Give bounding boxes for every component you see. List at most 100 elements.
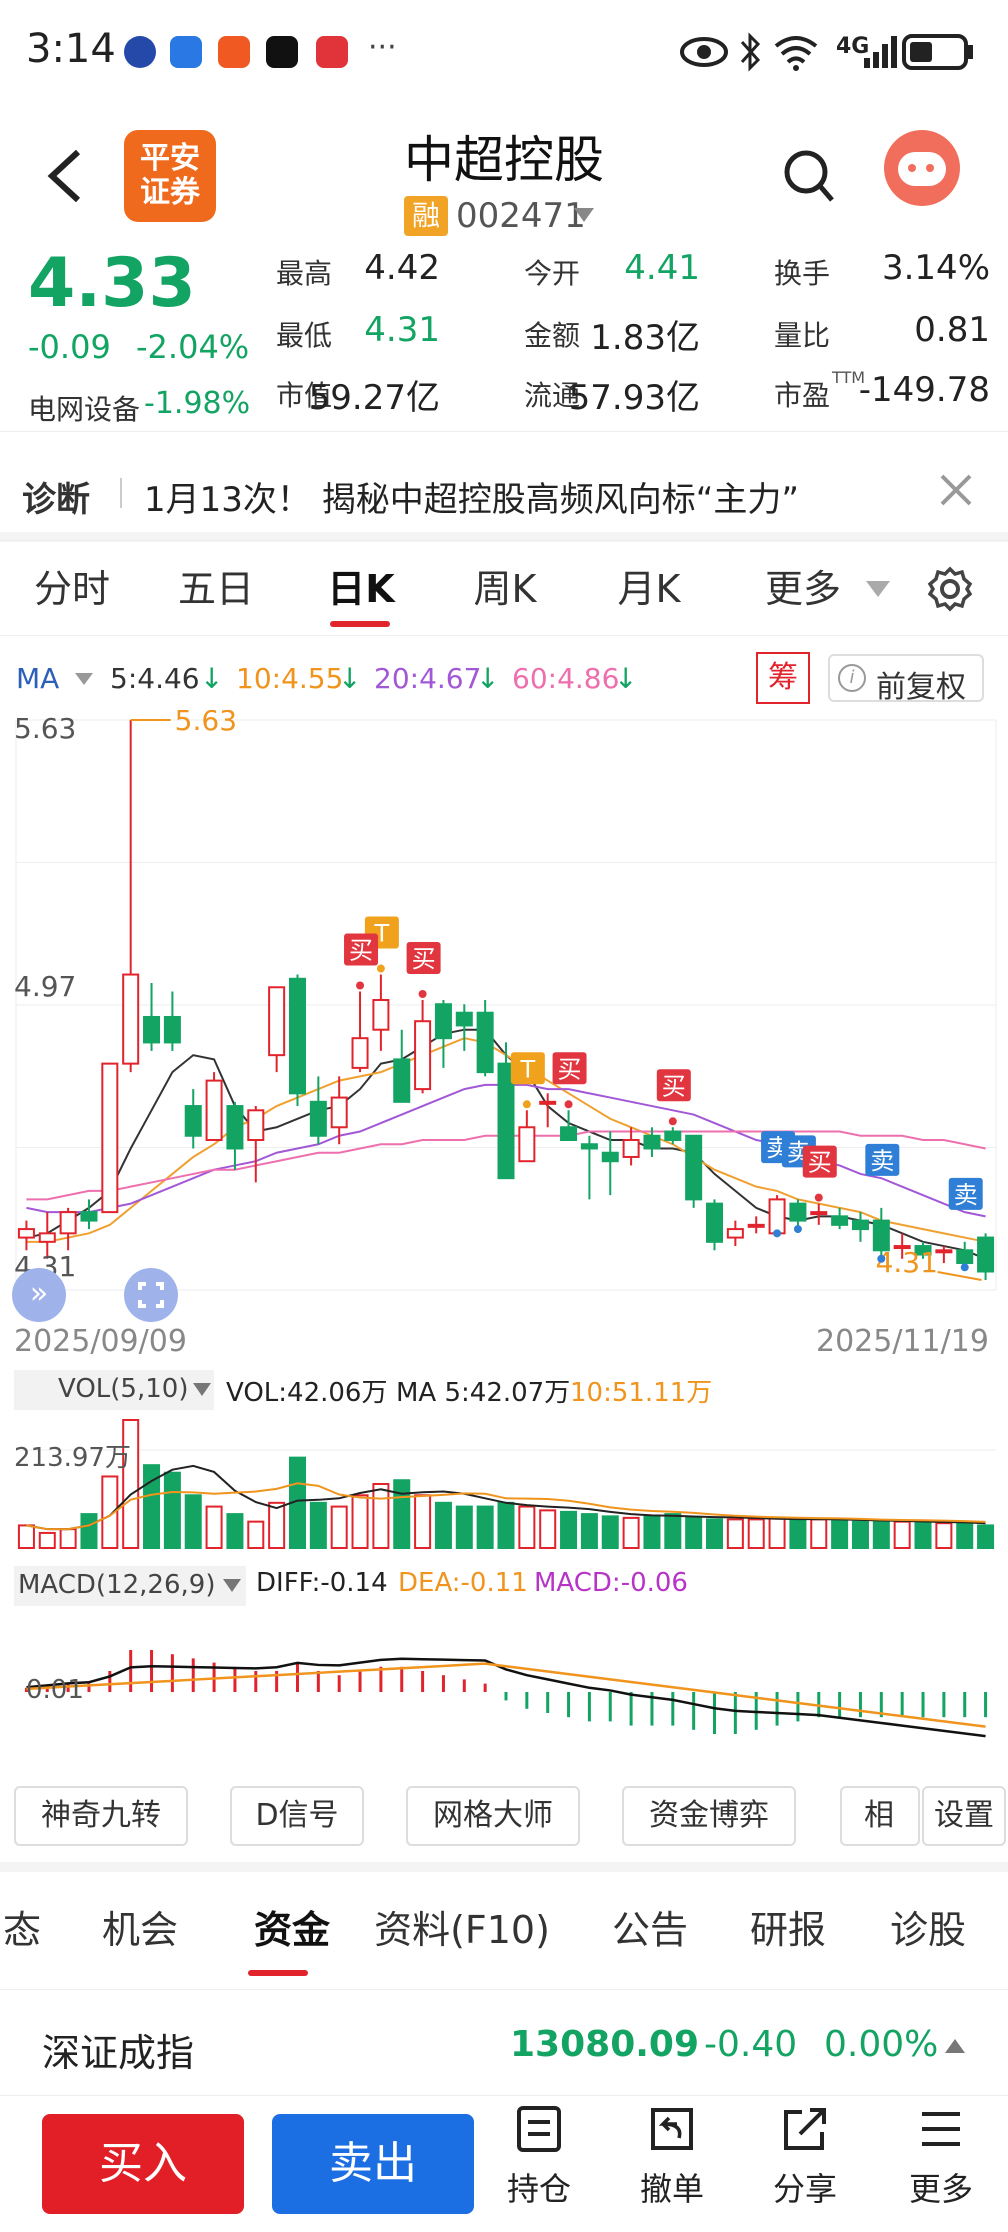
candle-body — [393, 1058, 411, 1103]
candle-body — [330, 1096, 348, 1129]
info-icon: i — [838, 664, 866, 692]
tab-announcement[interactable]: 公告 — [606, 1880, 694, 1980]
signal-dot — [793, 1225, 802, 1234]
avatar[interactable] — [884, 130, 960, 206]
holdings-button[interactable]: 持仓 — [484, 2104, 594, 2210]
volume-value: VOL:42.06万 — [226, 1378, 388, 1408]
macd-selector[interactable]: MACD(12,26,9) — [14, 1566, 246, 1606]
more-button[interactable]: 更多 — [886, 2104, 996, 2210]
bluetooth-icon — [740, 32, 761, 72]
date-end: 2025/11/19 — [816, 1324, 989, 1359]
signal-dot — [877, 1254, 886, 1263]
quote-value: 1.83亿 — [590, 318, 700, 358]
candle-body — [80, 1211, 98, 1222]
cancel-order-icon — [651, 2108, 693, 2150]
tab-zhouk[interactable]: 周K — [450, 541, 560, 637]
diagnosis-banner[interactable]: 诊断 1月13次！ 揭秘中超控股高频风向标“主力” — [0, 452, 1008, 532]
tool-fund-game[interactable]: 资金博弈 — [622, 1786, 796, 1846]
volume-bar — [789, 1518, 807, 1550]
volume-bar — [560, 1510, 578, 1550]
volume-bar — [768, 1516, 786, 1550]
buy-button[interactable]: 买入 — [42, 2114, 244, 2214]
more-notifications: ··· — [368, 30, 397, 65]
tab-yuek[interactable]: 月K — [594, 541, 704, 637]
kline-svg[interactable]: 5.634.315.634.974.31T买买T 买买卖卖买 卖卖 — [0, 710, 1008, 1310]
app-icon-3 — [218, 36, 250, 68]
candle-body — [643, 1134, 661, 1150]
ma20-value: 20:4.67 — [374, 662, 482, 695]
tool-d-signal[interactable]: D信号 — [230, 1786, 364, 1846]
cancel-order-button[interactable]: 撤单 — [617, 2104, 727, 2210]
adjust-button[interactable]: i 前复权 — [828, 654, 984, 705]
quote-value: 59.27亿 — [308, 378, 440, 418]
macd-tick-label: 0.01 — [26, 1675, 84, 1705]
candle-body — [747, 1223, 765, 1228]
high-label: 5.63 — [175, 710, 237, 737]
caret-down-icon[interactable] — [864, 579, 892, 599]
tab-funds[interactable]: 资金 — [230, 1880, 354, 1980]
tab-diagnose[interactable]: 诊股 — [880, 1880, 976, 1980]
volume-bar — [17, 1524, 35, 1550]
caret-down-icon[interactable] — [572, 206, 596, 224]
quote-label: 量比 — [774, 319, 831, 352]
volume-svg[interactable]: 213.97万 — [0, 1410, 1008, 1560]
sell-button[interactable]: 卖出 — [272, 2114, 474, 2214]
y-tick-label: 5.63 — [14, 712, 76, 745]
gear-icon[interactable] — [926, 565, 974, 613]
chip-button[interactable]: 筹 — [756, 652, 810, 704]
candle-body — [434, 1003, 452, 1040]
active-tab-indicator — [248, 1970, 308, 1976]
sector-label[interactable]: 电网设备 — [28, 388, 140, 428]
ma-label[interactable]: MA — [16, 662, 59, 695]
tab-opportunity[interactable]: 机会 — [88, 1880, 192, 1980]
candle-body — [706, 1202, 724, 1243]
tab-f10[interactable]: 资料(F10) — [374, 1880, 550, 1980]
signal-label: 买 — [558, 1055, 582, 1083]
volume-bar — [226, 1513, 244, 1549]
tab-wuri[interactable]: 五日 — [160, 541, 272, 637]
status-bar: 3:14 ··· 4G — [0, 0, 1008, 108]
expand-left-icon[interactable]: » — [12, 1268, 66, 1322]
candle-body — [309, 1100, 327, 1137]
tool-nine-turn[interactable]: 神奇九转 — [14, 1786, 188, 1846]
volume-selector[interactable]: VOL(5,10) — [14, 1370, 214, 1410]
candle-body — [977, 1236, 995, 1273]
volume-label: VOL(5,10) — [58, 1374, 189, 1404]
signal-dot — [773, 1229, 782, 1238]
volume-bar — [330, 1505, 348, 1549]
volume-bar — [434, 1501, 452, 1550]
share-button[interactable]: 分享 — [750, 2104, 860, 2210]
candle-body — [664, 1130, 682, 1141]
tab-research[interactable]: 研报 — [744, 1880, 832, 1980]
low-label: 4.31 — [876, 1246, 938, 1279]
index-change: -0.40 — [704, 2024, 798, 2065]
volume-bar — [831, 1519, 849, 1550]
signal-dot — [668, 1117, 677, 1126]
menu-icon — [922, 2112, 960, 2146]
close-icon[interactable] — [936, 470, 976, 510]
quote-value: 4.41 — [624, 248, 700, 288]
tool-settings[interactable]: 设置 — [922, 1786, 1006, 1846]
tool-similar[interactable]: 相似 — [840, 1786, 920, 1846]
tab-status[interactable]: 态 — [0, 1880, 44, 1980]
quote-label: 最低 — [276, 319, 333, 352]
caret-up-icon[interactable] — [944, 2038, 966, 2054]
volume-bar — [872, 1519, 890, 1550]
tab-more[interactable]: 更多 — [758, 541, 848, 637]
signal-dot — [814, 1193, 823, 1202]
diagnosis-text[interactable]: 1月13次！ 揭秘中超控股高频风向标“主力” — [144, 472, 799, 521]
wifi-icon — [774, 36, 818, 71]
macd-label: MACD(12,26,9) — [18, 1570, 216, 1600]
search-icon[interactable] — [784, 150, 836, 206]
tool-grid-master[interactable]: 网格大师 — [406, 1786, 580, 1846]
tab-fenshi[interactable]: 分时 — [18, 541, 126, 637]
index-ticker[interactable]: 深证成指 13080.09 -0.40 0.00% — [0, 1996, 1008, 2096]
holdings-icon — [517, 2106, 561, 2152]
price-change: -0.09 — [28, 328, 111, 366]
fullscreen-icon[interactable] — [124, 1268, 178, 1322]
volume-tick-label: 213.97万 — [14, 1443, 131, 1473]
more-label: 更多 — [908, 2170, 973, 2208]
caret-down-icon[interactable] — [74, 672, 94, 686]
candle-body — [268, 986, 286, 1057]
macd-svg[interactable]: 0.01 — [0, 1606, 1008, 1756]
